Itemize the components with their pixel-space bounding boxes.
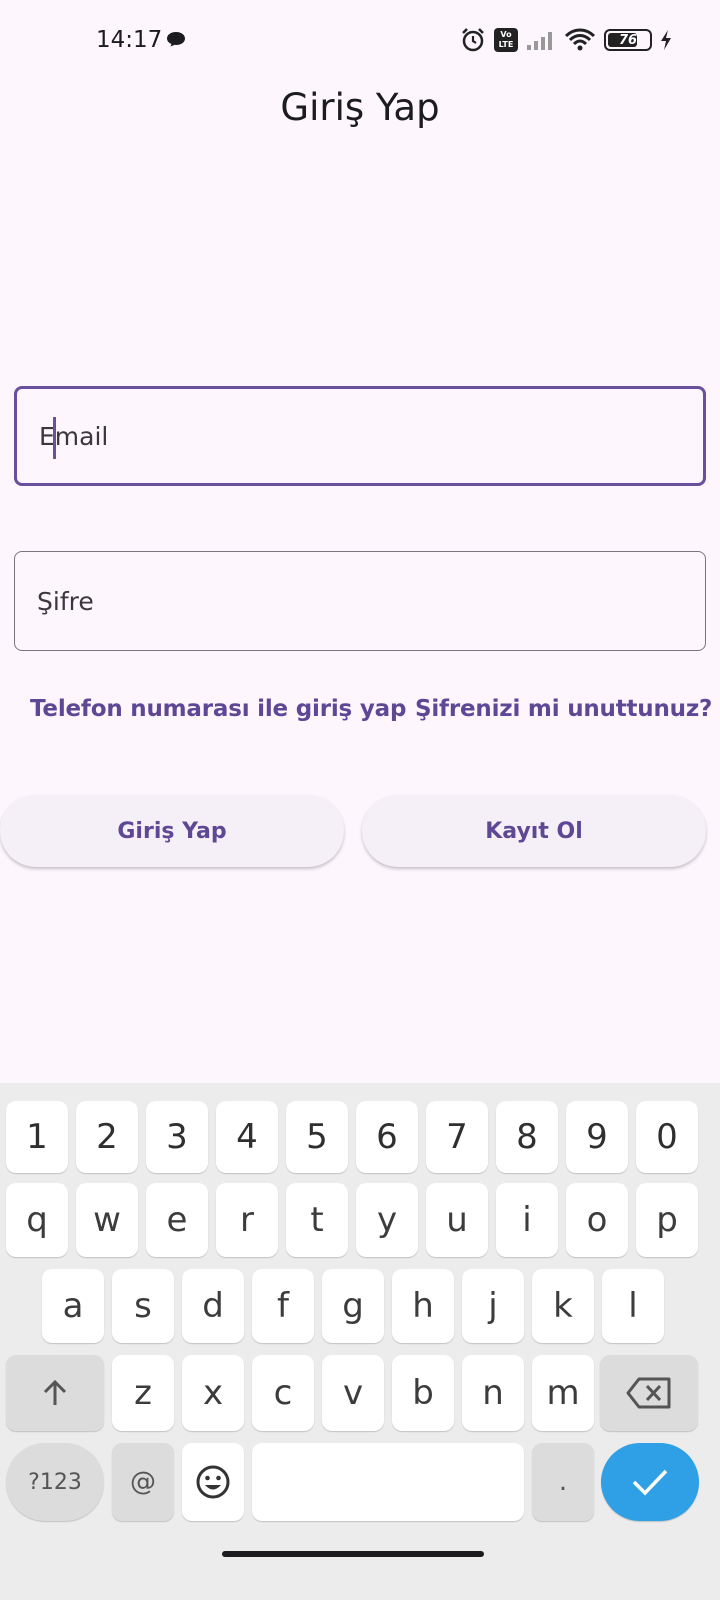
status-time: 14:17: [96, 27, 163, 53]
letter-key[interactable]: s: [112, 1269, 174, 1343]
letter-key[interactable]: j: [462, 1269, 524, 1343]
volte-bottom-label: LTE: [498, 40, 514, 49]
at-key[interactable]: @: [112, 1443, 174, 1521]
battery-icon: 76: [604, 29, 652, 51]
digit-key[interactable]: 6: [356, 1101, 418, 1173]
letter-key[interactable]: y: [356, 1183, 418, 1257]
letter-key[interactable]: a: [42, 1269, 104, 1343]
digit-key[interactable]: 0: [636, 1101, 698, 1173]
letter-key[interactable]: z: [112, 1355, 174, 1431]
letter-key[interactable]: n: [462, 1355, 524, 1431]
letter-key[interactable]: e: [146, 1183, 208, 1257]
letter-key[interactable]: i: [496, 1183, 558, 1257]
digit-key[interactable]: 4: [216, 1101, 278, 1173]
letter-key[interactable]: f: [252, 1269, 314, 1343]
digit-key[interactable]: 2: [76, 1101, 138, 1173]
battery-level: 76: [618, 32, 638, 48]
alarm-icon: [462, 28, 484, 52]
emoji-icon: [196, 1465, 230, 1499]
digit-key[interactable]: 5: [286, 1101, 348, 1173]
shift-arrow-icon: [43, 1379, 67, 1405]
letter-key[interactable]: c: [252, 1355, 314, 1431]
space-key[interactable]: [252, 1443, 524, 1521]
digit-key[interactable]: 8: [496, 1101, 558, 1173]
backspace-key[interactable]: [600, 1355, 698, 1431]
digit-key[interactable]: 3: [146, 1101, 208, 1173]
letter-key[interactable]: u: [426, 1183, 488, 1257]
digit-key[interactable]: 9: [566, 1101, 628, 1173]
wifi-icon: [564, 28, 596, 51]
checkmark-icon: [632, 1469, 668, 1496]
password-field[interactable]: [14, 551, 706, 651]
letter-key[interactable]: d: [182, 1269, 244, 1343]
letter-key[interactable]: q: [6, 1183, 68, 1257]
chat-bubble-icon: [167, 32, 185, 47]
register-button[interactable]: Kayıt Ol: [362, 795, 706, 867]
phone-login-link[interactable]: Telefon numarası ile giriş yap: [30, 696, 406, 722]
letter-key[interactable]: x: [182, 1355, 244, 1431]
page-title: Giriş Yap: [280, 86, 440, 129]
volte-top-label: Vo: [500, 30, 512, 39]
volte-icon: Vo LTE: [494, 28, 518, 52]
letter-key[interactable]: h: [392, 1269, 454, 1343]
digit-key[interactable]: 1: [6, 1101, 68, 1173]
email-input[interactable]: [39, 421, 703, 451]
text-cursor: [53, 417, 56, 459]
period-key[interactable]: .: [532, 1443, 594, 1521]
letter-key[interactable]: l: [602, 1269, 664, 1343]
email-field[interactable]: [14, 386, 706, 486]
soft-keyboard: 1234567890 qwertyuiop asdfghjkl zxcvbnm …: [0, 1083, 720, 1600]
letter-key[interactable]: p: [636, 1183, 698, 1257]
status-icons: Vo LTE 76: [460, 26, 672, 54]
letter-key[interactable]: m: [532, 1355, 594, 1431]
letter-key[interactable]: o: [566, 1183, 628, 1257]
signal-icon: [527, 32, 552, 50]
password-input[interactable]: [37, 586, 705, 616]
letter-key[interactable]: k: [532, 1269, 594, 1343]
status-bar: 14:17 Vo LTE 76: [0, 0, 720, 80]
bolt-icon: [661, 30, 671, 50]
backspace-icon: [626, 1377, 671, 1409]
letter-key[interactable]: t: [286, 1183, 348, 1257]
letter-key[interactable]: w: [76, 1183, 138, 1257]
navigation-handle[interactable]: [222, 1551, 484, 1557]
emoji-key[interactable]: [182, 1443, 244, 1521]
enter-key[interactable]: [601, 1443, 699, 1521]
letter-key[interactable]: b: [392, 1355, 454, 1431]
digit-key[interactable]: 7: [426, 1101, 488, 1173]
letter-key[interactable]: v: [322, 1355, 384, 1431]
login-button[interactable]: Giriş Yap: [0, 795, 344, 867]
letter-key[interactable]: g: [322, 1269, 384, 1343]
shift-key[interactable]: [6, 1355, 104, 1431]
symbols-key[interactable]: ?123: [6, 1443, 104, 1521]
letter-key[interactable]: r: [216, 1183, 278, 1257]
forgot-password-link[interactable]: Şifrenizi mi unuttunuz?: [415, 696, 712, 722]
